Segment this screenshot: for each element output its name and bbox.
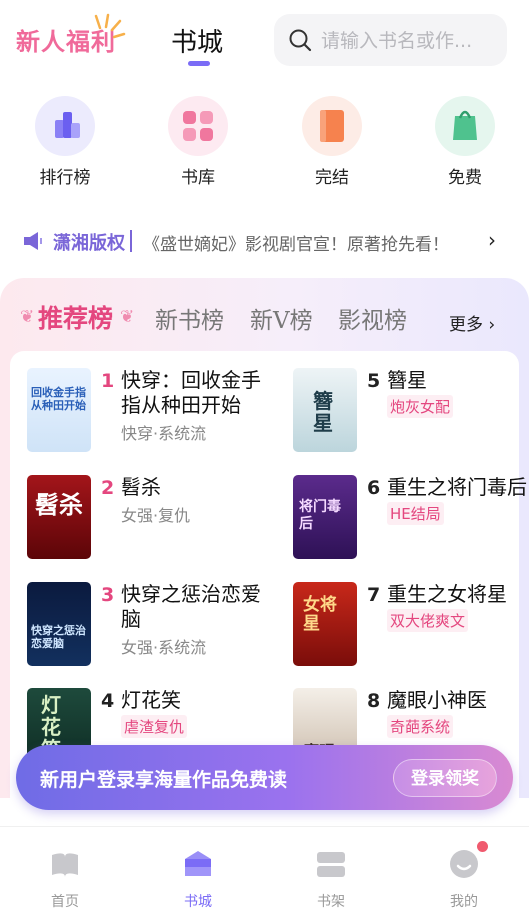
book-title: 魔眼小神医: [387, 688, 487, 712]
rank-number: 1: [101, 370, 115, 392]
bookshelf-icon: [317, 852, 345, 877]
cover-text: 簪星: [313, 389, 333, 435]
announcement-brand: 潇湘版权: [53, 233, 125, 254]
search-placeholder: 请输入书名或作...: [321, 30, 473, 52]
notification-dot: [477, 841, 488, 852]
free-tag-icon: [435, 96, 495, 156]
ranking-panel: ❦ 推荐榜 ❦ 新书榜 新V榜 影视榜 更多 › 回收金手指从种田开始 1 快穿…: [0, 278, 529, 811]
book-tag-badge: 双大佬爽文: [387, 609, 469, 632]
book-cover: 髫杀: [27, 475, 91, 559]
book-tag-badge: 炮灰女配: [387, 395, 454, 418]
book-tags: 女强·复仇: [121, 506, 191, 525]
book-title: 簪星: [387, 368, 427, 392]
cover-text: 女将星: [303, 595, 337, 634]
book-tag-badge: 虐渣复仇: [121, 715, 188, 738]
book-title: 髫杀: [121, 475, 161, 499]
category-label: 书库: [181, 168, 215, 188]
nav-home[interactable]: 首页: [20, 827, 110, 909]
search-input[interactable]: 请输入书名或作...: [274, 14, 507, 66]
bottom-nav: 首页 书城 书架 我的: [0, 826, 529, 909]
category-ranking[interactable]: 排行榜: [25, 96, 105, 192]
book-complete-icon: [302, 96, 362, 156]
list-item[interactable]: 回收金手指从种田开始 1 快穿：回收金手指从种田开始 快穿·系统流: [27, 368, 267, 458]
book-tags: 快穿·系统流: [121, 424, 207, 443]
list-item[interactable]: 女将星 7 重生之女将星 双大佬爽文: [293, 582, 529, 672]
rank-number: 7: [367, 584, 381, 606]
tab-recommended[interactable]: 推荐榜: [38, 299, 113, 335]
nav-label: 书架: [317, 894, 345, 909]
book-cover: 回收金手指从种田开始: [27, 368, 91, 452]
category-row: 排行榜 书库 完结 免费: [0, 96, 529, 192]
library-icon: [168, 96, 228, 156]
rank-number: 2: [101, 477, 115, 499]
book-tags: 女强·系统流: [121, 638, 207, 657]
book-tag-badge: 奇葩系统: [387, 715, 454, 738]
top-header: 新人福利 书城 请输入书名或作...: [0, 0, 529, 80]
ranking-icon: [35, 96, 95, 156]
category-label: 免费: [448, 168, 482, 188]
nav-bookshelf[interactable]: 书架: [286, 827, 376, 909]
category-label: 排行榜: [39, 168, 91, 188]
tab-bookstore[interactable]: 书城: [171, 22, 223, 59]
rank-number: 3: [101, 584, 115, 606]
ranking-tabs: ❦ 推荐榜 ❦ 新书榜 新V榜 影视榜 更多 ›: [0, 278, 529, 350]
book-title: 快穿之惩治恋爱脑: [121, 582, 261, 631]
home-book-icon: [52, 853, 78, 877]
speaker-icon: [24, 232, 42, 250]
more-link[interactable]: 更多 ›: [449, 310, 495, 335]
category-complete[interactable]: 完结: [292, 96, 372, 192]
cover-text: 回收金手指从种田开始: [31, 386, 86, 412]
book-cover: 将门毒后: [293, 475, 357, 559]
announcement-text: 《盛世嫡妃》影视剧官宣！原著抢先看！: [143, 235, 449, 255]
book-cover: 簪星: [293, 368, 357, 452]
cover-text: 快穿之惩治恋爱脑: [31, 624, 86, 650]
login-reward-button[interactable]: 登录领奖: [393, 759, 497, 797]
divider: [130, 230, 132, 252]
store-icon: [185, 851, 211, 876]
list-item[interactable]: 髫杀 2 髫杀 女强·复仇: [27, 475, 267, 565]
list-item[interactable]: 快穿之惩治恋爱脑 3 快穿之惩治恋爱脑 女强·系统流: [27, 582, 267, 672]
laurel-right-icon: ❦: [120, 307, 135, 327]
tab-film-tv[interactable]: 影视榜: [338, 301, 407, 335]
tab-new-books[interactable]: 新书榜: [155, 301, 224, 335]
book-title: 重生之将门毒后: [387, 475, 527, 499]
announcement-bar[interactable]: 潇湘版权 《盛世嫡妃》影视剧官宣！原著抢先看！ ›: [20, 224, 510, 258]
rank-number: 4: [101, 690, 115, 712]
tab-new-vip[interactable]: 新V榜: [250, 301, 313, 335]
nav-label: 书城: [184, 894, 212, 909]
login-promo-text: 新用户登录享海量作品免费读: [40, 769, 288, 791]
book-cover: 快穿之惩治恋爱脑: [27, 582, 91, 666]
login-promo-banner[interactable]: 新用户登录享海量作品免费读 登录领奖: [16, 745, 513, 810]
nav-store[interactable]: 书城: [153, 827, 243, 909]
cover-text: 髫杀: [35, 490, 83, 519]
profile-face-icon: [450, 850, 478, 878]
list-item[interactable]: 将门毒后 6 重生之将门毒后 HE结局: [293, 475, 529, 565]
book-tag-badge: HE结局: [387, 502, 444, 525]
nav-profile[interactable]: 我的: [419, 827, 509, 909]
active-tab-indicator: [188, 61, 210, 66]
nav-label: 首页: [51, 894, 79, 909]
category-label: 完结: [315, 168, 349, 188]
rank-number: 6: [367, 477, 381, 499]
book-title: 快穿：回收金手指从种田开始: [121, 368, 261, 417]
rank-number: 8: [367, 690, 381, 712]
nav-label: 我的: [450, 894, 478, 909]
chevron-right-icon: ›: [488, 228, 496, 252]
laurel-left-icon: ❦: [20, 307, 35, 327]
cover-text: 将门毒后: [299, 499, 341, 532]
book-cover: 女将星: [293, 582, 357, 666]
rank-number: 5: [367, 370, 381, 392]
sparkle-rays-icon: [94, 13, 126, 39]
category-library[interactable]: 书库: [158, 96, 238, 192]
book-title: 重生之女将星: [387, 582, 507, 606]
list-item[interactable]: 簪星 5 簪星 炮灰女配: [293, 368, 529, 458]
ranking-list: 回收金手指从种田开始 1 快穿：回收金手指从种田开始 快穿·系统流 髫杀 2 髫…: [10, 351, 527, 811]
category-free[interactable]: 免费: [425, 96, 505, 192]
book-title: 灯花笑: [121, 688, 181, 712]
search-icon: [289, 29, 312, 52]
